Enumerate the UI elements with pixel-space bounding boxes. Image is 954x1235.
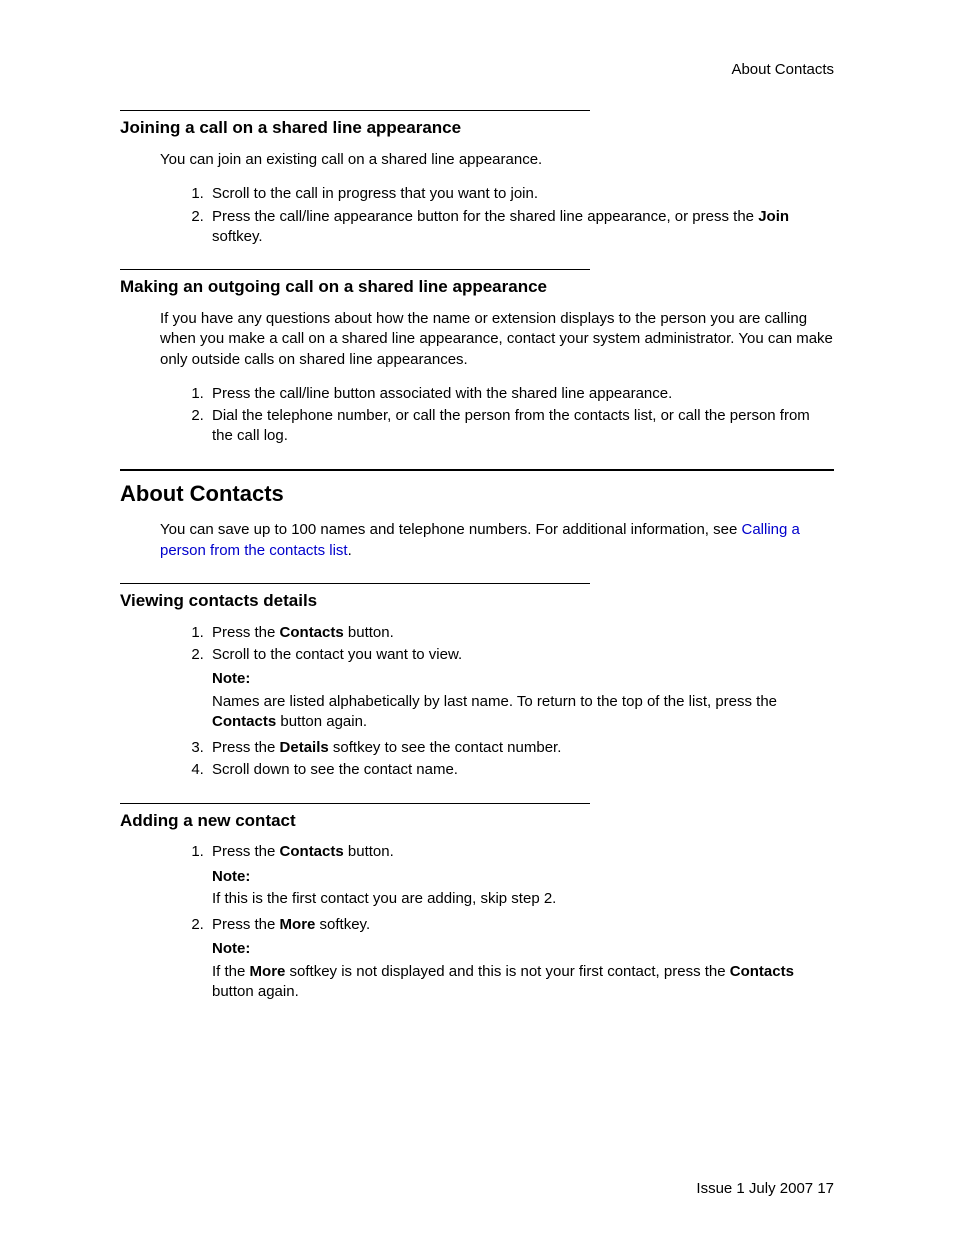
text: Press the xyxy=(212,739,280,756)
text: Press the xyxy=(212,624,280,641)
section-about-contacts: About Contacts You can save up to 100 na… xyxy=(120,469,834,561)
bold-text: Details xyxy=(280,739,329,756)
steps-viewing: Press the Contacts button. Scroll to the… xyxy=(180,623,834,781)
text: If the xyxy=(212,963,250,980)
text: Press the call/line appearance button fo… xyxy=(212,208,758,225)
bold-text: More xyxy=(250,963,286,980)
text: button again. xyxy=(276,713,367,730)
section-rule xyxy=(120,803,590,804)
note-label: Note: xyxy=(212,939,834,959)
step: Press the Details softkey to see the con… xyxy=(208,738,834,758)
section-adding: Adding a new contact Press the Contacts … xyxy=(120,803,834,1003)
step: Dial the telephone number, or call the p… xyxy=(208,406,834,447)
text: softkey. xyxy=(315,916,370,933)
heading-making: Making an outgoing call on a shared line… xyxy=(120,276,834,299)
bold-text: Contacts xyxy=(280,843,344,860)
section-rule-major xyxy=(120,469,834,471)
heading-viewing: Viewing contacts details xyxy=(120,590,834,613)
heading-joining: Joining a call on a shared line appearan… xyxy=(120,117,834,140)
section-joining: Joining a call on a shared line appearan… xyxy=(120,110,834,247)
section-rule xyxy=(120,269,590,270)
text: You can save up to 100 names and telepho… xyxy=(160,521,742,538)
step: Scroll to the contact you want to view. … xyxy=(208,645,834,732)
bold-text: Contacts xyxy=(730,963,794,980)
bold-text: Join xyxy=(758,208,789,225)
step: Press the More softkey. Note: If the Mor… xyxy=(208,915,834,1002)
section-viewing: Viewing contacts details Press the Conta… xyxy=(120,583,834,781)
text: Press the xyxy=(212,843,280,860)
note-label: Note: xyxy=(212,669,834,689)
text: Names are listed alphabetically by last … xyxy=(212,693,777,710)
text: button. xyxy=(344,843,394,860)
section-rule xyxy=(120,583,590,584)
step: Press the Contacts button. xyxy=(208,623,834,643)
note-body: If the More softkey is not displayed and… xyxy=(212,962,834,1003)
text: softkey. xyxy=(212,228,263,245)
steps-joining: Scroll to the call in progress that you … xyxy=(180,184,834,247)
note-label: Note: xyxy=(212,867,834,887)
bold-text: Contacts xyxy=(280,624,344,641)
step: Press the call/line appearance button fo… xyxy=(208,207,834,248)
heading-adding: Adding a new contact xyxy=(120,810,834,833)
page-footer: Issue 1 July 2007 17 xyxy=(696,1179,834,1199)
heading-about-contacts: About Contacts xyxy=(120,479,834,509)
document-page: About Contacts Joining a call on a share… xyxy=(0,0,954,1084)
section-making: Making an outgoing call on a shared line… xyxy=(120,269,834,446)
steps-adding: Press the Contacts button. Note: If this… xyxy=(180,842,834,1002)
text: Scroll to the contact you want to view. xyxy=(212,645,834,665)
text: softkey is not displayed and this is not… xyxy=(285,963,729,980)
text: Press the xyxy=(212,916,280,933)
para-joining: You can join an existing call on a share… xyxy=(160,150,834,170)
text: . xyxy=(348,542,352,559)
note-body: Names are listed alphabetically by last … xyxy=(212,692,834,733)
step: Press the call/line button associated wi… xyxy=(208,384,834,404)
para-about: You can save up to 100 names and telepho… xyxy=(160,520,834,561)
text: button again. xyxy=(212,983,299,1000)
step: Scroll to the call in progress that you … xyxy=(208,184,834,204)
bold-text: More xyxy=(280,916,316,933)
bold-text: Contacts xyxy=(212,713,276,730)
para-making: If you have any questions about how the … xyxy=(160,309,834,370)
text: softkey to see the contact number. xyxy=(329,739,562,756)
steps-making: Press the call/line button associated wi… xyxy=(180,384,834,447)
step: Scroll down to see the contact name. xyxy=(208,760,834,780)
note-body: If this is the first contact you are add… xyxy=(212,889,834,909)
section-rule xyxy=(120,110,590,111)
text: button. xyxy=(344,624,394,641)
page-header-right: About Contacts xyxy=(120,60,834,80)
step: Press the Contacts button. Note: If this… xyxy=(208,842,834,909)
